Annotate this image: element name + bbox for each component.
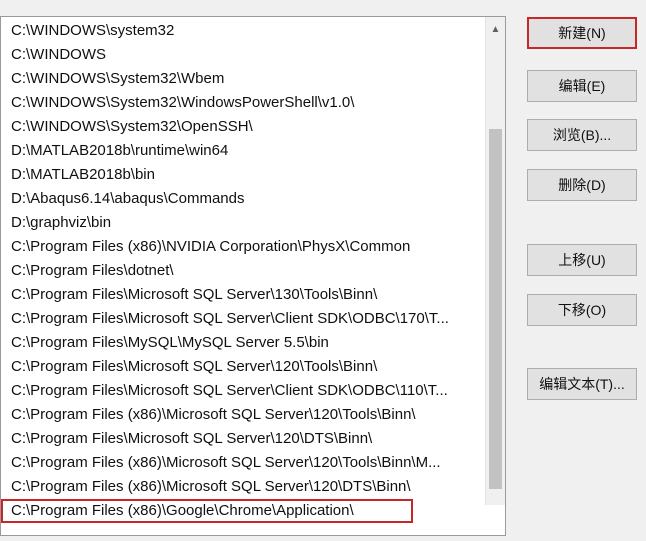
list-item[interactable]: C:\Program Files (x86)\Microsoft SQL Ser… <box>1 451 485 475</box>
move-down-button[interactable]: 下移(O) <box>527 294 637 326</box>
browse-button[interactable]: 浏览(B)... <box>527 119 637 151</box>
list-item[interactable]: C:\Program Files\Microsoft SQL Server\12… <box>1 355 485 379</box>
path-list-items: C:\WINDOWS\system32 C:\WINDOWS C:\WINDOW… <box>1 19 485 523</box>
list-item[interactable]: C:\Program Files (x86)\Microsoft SQL Ser… <box>1 403 485 427</box>
new-button[interactable]: 新建(N) <box>527 17 637 49</box>
list-item[interactable]: D:\MATLAB2018b\runtime\win64 <box>1 139 485 163</box>
list-item[interactable]: C:\WINDOWS\System32\Wbem <box>1 67 485 91</box>
list-item[interactable]: C:\Program Files\Microsoft SQL Server\Cl… <box>1 307 485 331</box>
list-item[interactable]: C:\Program Files\dotnet\ <box>1 259 485 283</box>
chevron-up-icon[interactable]: ▲ <box>486 21 505 39</box>
list-item[interactable]: C:\Program Files\Microsoft SQL Server\13… <box>1 283 485 307</box>
edit-text-button[interactable]: 编辑文本(T)... <box>527 368 637 400</box>
list-item-highlighted[interactable]: C:\Program Files (x86)\Google\Chrome\App… <box>1 499 413 523</box>
list-item[interactable]: D:\Abaqus6.14\abaqus\Commands <box>1 187 485 211</box>
scroll-thumb[interactable] <box>489 129 502 489</box>
list-item[interactable]: D:\MATLAB2018b\bin <box>1 163 485 187</box>
list-bottom-mask <box>413 505 505 535</box>
list-item[interactable]: C:\WINDOWS\System32\WindowsPowerShell\v1… <box>1 91 485 115</box>
vertical-scrollbar[interactable]: ▲ <box>485 17 505 535</box>
list-item[interactable]: C:\Program Files (x86)\Microsoft SQL Ser… <box>1 475 485 499</box>
move-up-button[interactable]: 上移(U) <box>527 244 637 276</box>
list-item[interactable]: C:\WINDOWS\system32 <box>1 19 485 43</box>
path-listbox[interactable]: C:\WINDOWS\system32 C:\WINDOWS C:\WINDOW… <box>0 16 506 536</box>
list-item[interactable]: C:\WINDOWS <box>1 43 485 67</box>
list-item[interactable]: C:\Program Files\MySQL\MySQL Server 5.5\… <box>1 331 485 355</box>
list-item[interactable]: C:\Program Files\Microsoft SQL Server\Cl… <box>1 379 485 403</box>
list-item[interactable]: C:\WINDOWS\System32\OpenSSH\ <box>1 115 485 139</box>
list-item[interactable]: D:\graphviz\bin <box>1 211 485 235</box>
list-item[interactable]: C:\Program Files (x86)\NVIDIA Corporatio… <box>1 235 485 259</box>
edit-button[interactable]: 编辑(E) <box>527 70 637 102</box>
delete-button[interactable]: 删除(D) <box>527 169 637 201</box>
list-item[interactable]: C:\Program Files\Microsoft SQL Server\12… <box>1 427 485 451</box>
